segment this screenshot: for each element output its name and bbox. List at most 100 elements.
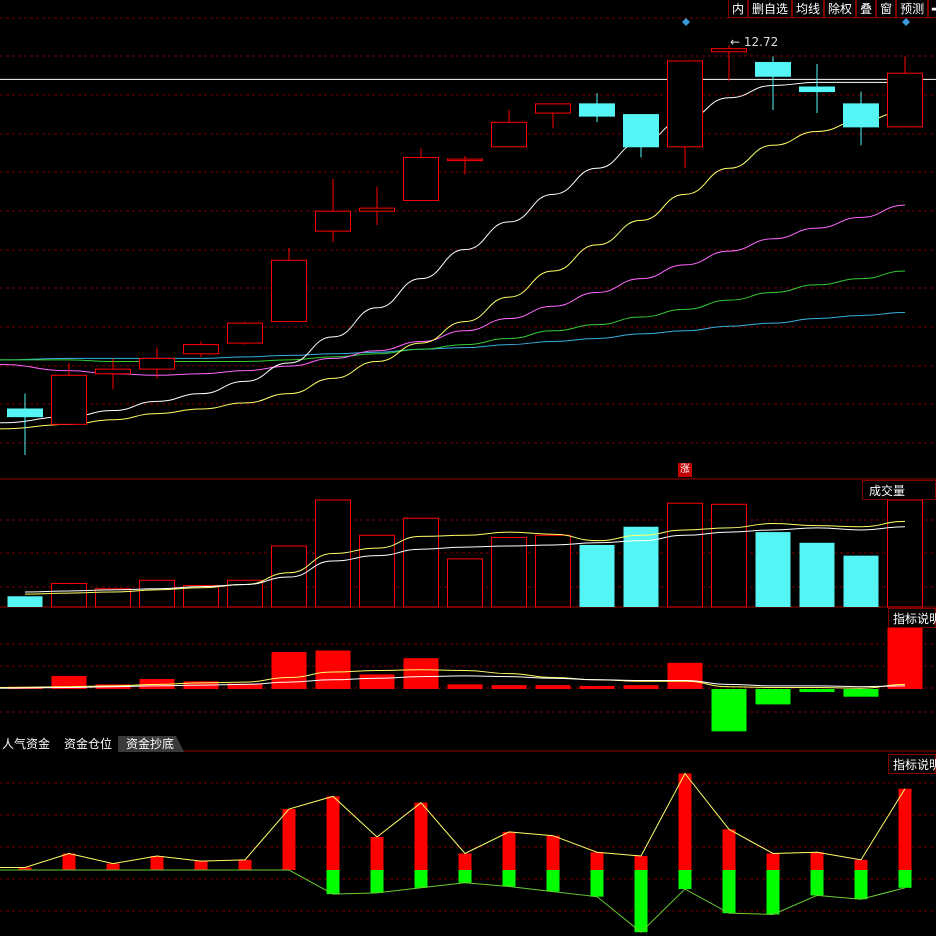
toolbar-overlay-button[interactable]: 叠 — [856, 0, 877, 18]
indicator1-bar — [315, 650, 351, 689]
volume-bar — [843, 555, 879, 607]
candle-up — [51, 374, 87, 425]
indicator1-bar — [667, 662, 703, 689]
volume-bar — [271, 545, 307, 608]
volume-bar — [183, 585, 219, 608]
indicator2-negative-bar — [502, 870, 516, 887]
indicator2-positive-bar — [370, 836, 384, 870]
indicator2-positive-bar — [458, 853, 472, 870]
candle-up — [491, 121, 527, 148]
indicator1-bar — [843, 689, 879, 697]
indicator1-bar — [359, 674, 395, 689]
candle-up — [271, 259, 307, 323]
ma5-line — [0, 81, 905, 424]
indicator2-positive-bar — [678, 773, 692, 870]
indicator2-negative-bar — [634, 870, 648, 933]
volume-bar — [711, 503, 747, 608]
indicator2-negative-bar — [678, 870, 692, 890]
toolbar-forward-arrow-icon[interactable]: ➡ — [928, 0, 936, 18]
toolbar-window-button[interactable]: 窗 — [876, 0, 897, 18]
indicator1-bar — [799, 689, 835, 693]
tab-popularity-funds[interactable]: 人气资金 — [0, 736, 60, 752]
candle-down — [7, 408, 43, 418]
indicator1-explain-button[interactable]: 指标说明 — [888, 608, 936, 628]
candle-down — [579, 103, 615, 117]
indicator2-negative-bar — [898, 870, 912, 888]
toolbar-inner-button[interactable]: 内 — [728, 0, 749, 18]
candle-up — [403, 157, 439, 201]
candle-up — [887, 72, 923, 128]
indicator1-bar — [271, 652, 307, 689]
zhang-badge: 涨 — [678, 463, 692, 477]
chart-canvas[interactable] — [0, 0, 936, 936]
candle-up — [711, 48, 747, 53]
indicator2-positive-bar — [766, 853, 780, 870]
toolbar-ex-rights-button[interactable]: 除权 — [824, 0, 857, 18]
indicator1-bar — [887, 627, 923, 689]
max-price-arrow-icon: ← — [730, 35, 741, 49]
indicator2-negative-bar — [326, 870, 340, 895]
indicator2-negative-bar — [414, 870, 428, 888]
indicator-tabs: 人气资金 资金仓位 资金抄底 — [0, 736, 184, 752]
candle-down — [843, 103, 879, 128]
indicator1-bar — [447, 684, 483, 689]
indicator2-positive-bar — [282, 809, 296, 870]
volume-bar — [51, 582, 87, 608]
indicator2-negative-bar — [854, 870, 868, 900]
indicator2-positive-bar — [414, 802, 428, 870]
toolbar-remove-favorite-button[interactable]: 删自选 — [748, 0, 793, 18]
candle-down — [755, 61, 791, 77]
indicator2-positive-bar — [546, 835, 560, 870]
toolbar: 内 删自选 均线 除权 叠 窗 预测 ➡ — [728, 0, 936, 18]
candle-down — [623, 114, 659, 148]
indicator1-bar — [491, 685, 527, 689]
candle-down — [799, 86, 835, 93]
event-marker-icon — [902, 18, 910, 26]
indicator2-positive-bar — [502, 831, 516, 870]
indicator2-positive-bar — [722, 829, 736, 870]
candle-up — [227, 322, 263, 344]
tab-funds-bottom-fishing[interactable]: 资金抄底 — [118, 736, 184, 752]
volume-bar — [667, 502, 703, 608]
indicator2-positive-bar — [854, 859, 868, 870]
candle-up — [359, 207, 395, 212]
indicator2-negative-bar — [546, 870, 560, 892]
indicator2-positive-bar — [62, 853, 76, 870]
max-price-label: ← 12.72 — [730, 35, 778, 49]
candle-up — [667, 60, 703, 148]
toolbar-moving-average-button[interactable]: 均线 — [792, 0, 825, 18]
indicator2-positive-bar — [590, 852, 604, 870]
indicator2-negative-bar — [590, 870, 604, 897]
indicator2-negative-bar — [766, 870, 780, 915]
indicator2-negative-bar — [722, 870, 736, 914]
volume-bar — [755, 532, 791, 607]
indicator1-bar — [755, 689, 791, 705]
candle-up — [535, 103, 571, 114]
volume-bar — [799, 542, 835, 607]
indicator2-positive-bar — [238, 859, 252, 870]
indicator1-bar — [579, 685, 615, 689]
toolbar-forecast-button[interactable]: 预测 — [896, 0, 929, 18]
indicator1-bar — [711, 689, 747, 732]
ma60-line — [0, 311, 906, 361]
volume-bar — [887, 499, 923, 608]
indicator2-positive-bar — [150, 856, 164, 870]
indicator1-bar — [535, 685, 571, 689]
candle-up — [315, 210, 351, 232]
volume-bar — [491, 536, 527, 608]
max-price-value: 12.72 — [743, 35, 779, 49]
indicator2-explain-button[interactable]: 指标说明 — [888, 754, 936, 774]
indicator2-positive-bar — [634, 856, 648, 870]
ma20-line — [0, 204, 906, 376]
volume-panel-title[interactable]: 成交量 — [862, 480, 936, 500]
tab-funds-position[interactable]: 资金仓位 — [56, 736, 122, 752]
volume-bar — [403, 517, 439, 608]
candle-up — [95, 368, 131, 375]
indicator2-positive-bar — [898, 788, 912, 870]
candle-up — [139, 357, 175, 370]
volume-bar — [623, 526, 659, 607]
volume-bar — [139, 579, 175, 608]
event-marker-icon — [682, 18, 690, 26]
indicator1-bar — [623, 685, 659, 689]
volume-bar — [7, 596, 43, 607]
